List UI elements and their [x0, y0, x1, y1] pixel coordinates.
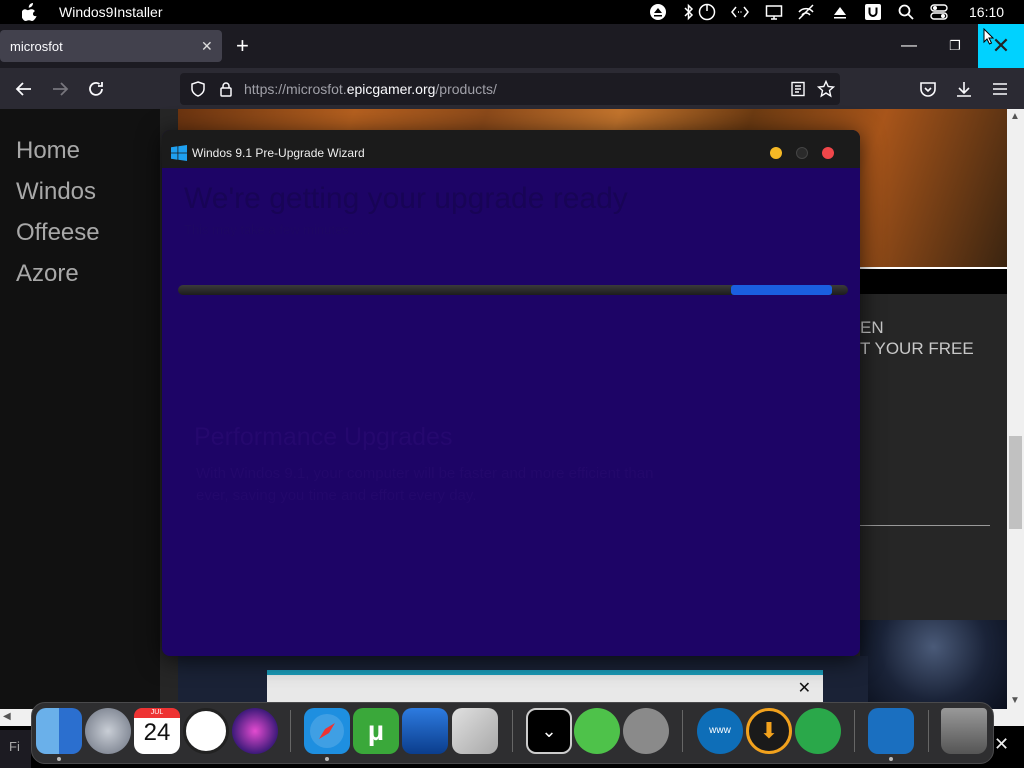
scrollbar-thumb[interactable]: [1009, 436, 1022, 529]
parallels-windows-icon[interactable]: [402, 708, 448, 754]
menu-clock[interactable]: 16:10: [969, 4, 1004, 20]
u-app-icon[interactable]: [864, 3, 882, 21]
search-icon[interactable]: [897, 3, 915, 21]
people-network-icon[interactable]: [795, 708, 841, 754]
zoom-light-button[interactable]: [796, 147, 808, 159]
url-text[interactable]: https://microsfot.epicgamer.org/products…: [244, 81, 497, 97]
utorrent-icon[interactable]: µ: [353, 708, 399, 754]
display-icon[interactable]: [765, 3, 783, 21]
window-restore-button[interactable]: ❐: [932, 24, 978, 68]
safari-icon[interactable]: [304, 708, 350, 754]
installer-dialog: Windos 9.1 Pre-Upgrade Wizard We're gett…: [162, 130, 860, 656]
progress-fill: [731, 285, 832, 295]
www-globe-icon[interactable]: www: [697, 708, 743, 754]
control-center-icon[interactable]: [930, 3, 948, 21]
running-indicator: [889, 757, 893, 761]
wifi-off-icon[interactable]: [797, 3, 815, 21]
find-bar[interactable]: Fi: [0, 730, 31, 768]
promo-text-line-2: T YOUR FREE: [860, 339, 974, 358]
dock-separator: [290, 710, 291, 752]
reload-icon[interactable]: [86, 79, 106, 99]
nav-link-windos[interactable]: Windos: [16, 178, 96, 206]
upload-icon[interactable]: [831, 3, 849, 21]
clock-icon[interactable]: [183, 708, 229, 754]
find-bar-label: Fi: [9, 739, 20, 754]
promo-text-line-1: EN: [860, 318, 884, 337]
power-icon[interactable]: [698, 3, 716, 21]
scroll-up-icon[interactable]: ▲: [1010, 111, 1020, 122]
browser-tab[interactable]: microsfot ✕: [0, 30, 222, 62]
new-tab-button[interactable]: +: [236, 33, 249, 59]
trash-icon[interactable]: [941, 708, 987, 754]
popup-close-icon[interactable]: ✕: [798, 678, 811, 698]
window-minimize-button[interactable]: —: [886, 24, 932, 68]
performance-heading: Performance Upgrades: [194, 423, 453, 451]
shield-icon[interactable]: [190, 81, 206, 97]
lock-icon[interactable]: [218, 81, 234, 97]
minimize-light-button[interactable]: [770, 147, 782, 159]
scroll-down-icon[interactable]: ▼: [1010, 695, 1020, 706]
section-divider: [860, 525, 990, 526]
space-image: [860, 620, 1007, 710]
nav-link-home[interactable]: Home: [16, 137, 80, 165]
active-app-name[interactable]: Windos9Installer: [59, 4, 163, 20]
bluetooth-icon[interactable]: [680, 3, 698, 21]
compass-icon: [310, 714, 344, 748]
hamburger-menu-icon[interactable]: [990, 79, 1010, 99]
tab-title: microsfot: [10, 39, 63, 54]
utilities-tools-icon[interactable]: [623, 708, 669, 754]
dock-separator: [854, 710, 855, 752]
running-indicator: [325, 757, 329, 761]
nav-link-azore[interactable]: Azore: [16, 260, 79, 288]
finder-icon[interactable]: [36, 708, 82, 754]
close-light-button[interactable]: [822, 147, 834, 159]
find-bar-close-icon[interactable]: ✕: [994, 734, 1009, 755]
performance-text: With Windos 9.1, your computer will be f…: [196, 465, 654, 504]
forward-arrow-icon[interactable]: [50, 79, 70, 99]
site-side-nav: Home Windos Offeese Azore: [0, 109, 160, 709]
mouse-cursor-icon: [983, 28, 995, 45]
downloader-icon[interactable]: ⬇: [746, 708, 792, 754]
chevron-down-icon[interactable]: ⌄: [526, 708, 572, 754]
pocket-icon[interactable]: [918, 79, 938, 99]
calendar-month: JUL: [134, 708, 180, 718]
dock-separator: [512, 710, 513, 752]
url-bar[interactable]: https://microsfot.epicgamer.org/products…: [180, 73, 840, 105]
vertical-scrollbar[interactable]: [1007, 109, 1024, 709]
back-arrow-icon[interactable]: [14, 79, 34, 99]
installer-app-icon[interactable]: [868, 708, 914, 754]
windows-logo-icon: [171, 145, 187, 161]
dialog-title-bar[interactable]: Windos 9.1 Pre-Upgrade Wizard: [162, 130, 860, 168]
bookmark-star-icon[interactable]: [817, 80, 835, 98]
preview-icon[interactable]: [452, 708, 498, 754]
apple-icon[interactable]: [22, 3, 38, 21]
tab-close-icon[interactable]: ✕: [201, 38, 213, 55]
dialog-title: Windos 9.1 Pre-Upgrade Wizard: [192, 146, 365, 160]
eject-icon[interactable]: [649, 3, 667, 21]
progress-bar: [178, 285, 848, 295]
code-icon[interactable]: [731, 3, 749, 21]
reader-view-icon[interactable]: [790, 81, 806, 97]
download-icon[interactable]: [954, 79, 974, 99]
running-indicator: [57, 757, 61, 761]
dock-separator: [928, 710, 929, 752]
calendar-day: 24: [143, 719, 171, 746]
dock-separator: [682, 710, 683, 752]
menu-bar: Windos9Installer 16:10: [0, 0, 1024, 24]
link-app-icon[interactable]: [574, 708, 620, 754]
calendar-icon[interactable]: JUL 24: [134, 708, 180, 754]
scroll-left-icon[interactable]: ◀: [3, 711, 11, 722]
nav-link-offeese[interactable]: Offeese: [16, 219, 100, 247]
launchpad-icon[interactable]: [85, 708, 131, 754]
dialog-subheading: This may take a few minutes . . .: [184, 222, 371, 237]
siri-icon[interactable]: [232, 708, 278, 754]
dialog-heading: We're getting your upgrade ready: [184, 182, 628, 215]
